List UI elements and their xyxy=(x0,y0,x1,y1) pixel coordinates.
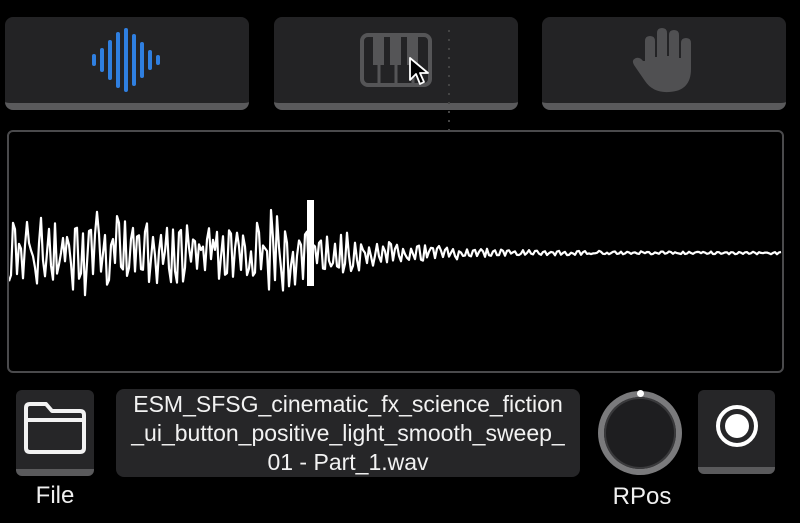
playhead[interactable] xyxy=(307,200,314,286)
filename-display: ESM_SFSG_cinematic_fx_science_fiction_ui… xyxy=(116,389,580,477)
mouse-cursor-icon xyxy=(408,56,430,91)
waveform-mode-button[interactable] xyxy=(5,17,249,110)
hand-icon xyxy=(631,25,697,95)
waveform-display[interactable] xyxy=(7,130,784,373)
rpos-label: RPos xyxy=(612,483,672,510)
record-button[interactable] xyxy=(698,390,775,474)
record-icon xyxy=(714,403,760,454)
filename-text: ESM_SFSG_cinematic_fx_science_fiction_ui… xyxy=(131,390,565,475)
folder-icon xyxy=(22,398,88,461)
hand-mode-button[interactable] xyxy=(542,17,786,110)
keyboard-mode-button[interactable] xyxy=(274,17,518,110)
rpos-knob[interactable] xyxy=(598,391,682,475)
waveform xyxy=(9,208,782,297)
waveform-icon xyxy=(89,28,165,92)
file-label: File xyxy=(35,482,75,509)
knob-indicator xyxy=(637,390,644,397)
file-button[interactable] xyxy=(16,390,94,476)
